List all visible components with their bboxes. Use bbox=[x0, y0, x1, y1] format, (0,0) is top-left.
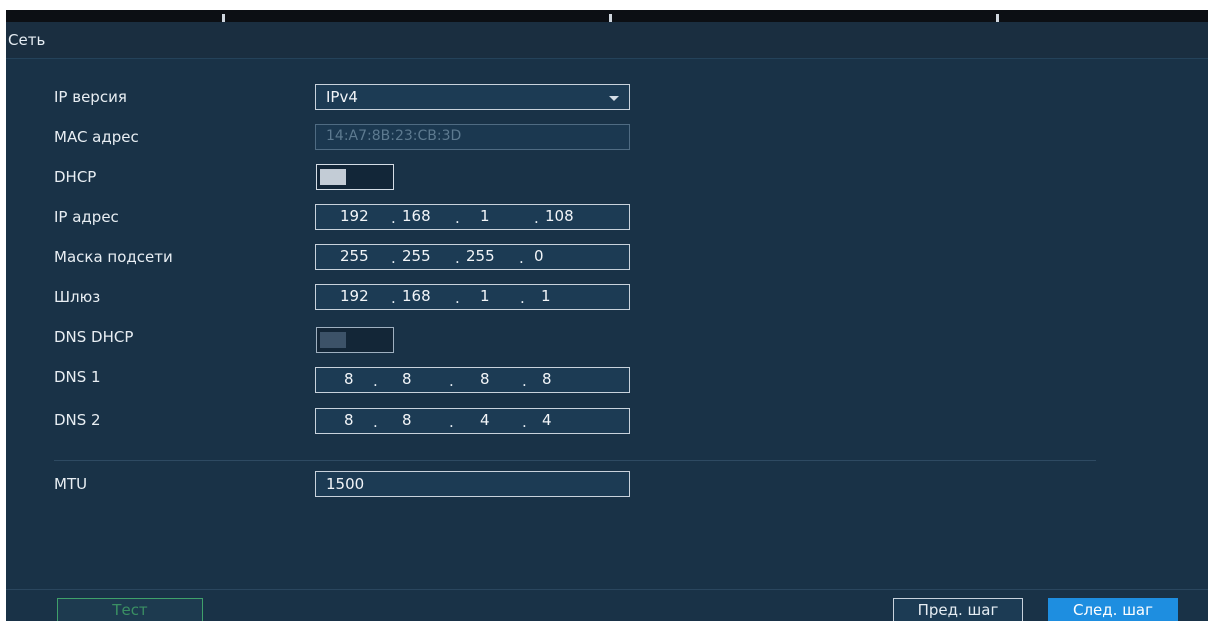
ip-dot: . bbox=[522, 372, 527, 390]
dns-dhcp-label: DNS DHCP bbox=[54, 328, 134, 346]
ip-octet[interactable]: 1 bbox=[480, 207, 490, 225]
top-tick bbox=[996, 14, 999, 22]
ip-dot: . bbox=[522, 413, 527, 431]
gateway-field[interactable]: 192 . 168 . 1 . 1 bbox=[315, 284, 630, 310]
window-title-bar: Сеть bbox=[6, 22, 1208, 59]
ip-octet[interactable]: 8 bbox=[344, 370, 354, 388]
ip-octet[interactable]: 192 bbox=[340, 287, 369, 305]
ip-dot: . bbox=[455, 249, 460, 267]
ip-dot: . bbox=[391, 289, 396, 307]
ip-dot: . bbox=[449, 372, 454, 390]
dhcp-label: DHCP bbox=[54, 168, 97, 186]
ip-dot: . bbox=[520, 289, 525, 307]
toggle-knob bbox=[320, 169, 346, 185]
ip-octet[interactable]: 8 bbox=[402, 370, 412, 388]
subnet-mask-label: Маска подсети bbox=[54, 248, 173, 266]
ip-dot: . bbox=[373, 372, 378, 390]
next-step-button[interactable]: След. шаг bbox=[1048, 598, 1178, 621]
dns-dhcp-toggle[interactable] bbox=[316, 327, 394, 353]
ip-octet[interactable]: 255 bbox=[402, 247, 431, 265]
ip-octet[interactable]: 0 bbox=[534, 247, 544, 265]
window-title: Сеть bbox=[8, 31, 46, 49]
toggle-knob bbox=[320, 332, 346, 348]
ip-octet[interactable]: 1 bbox=[480, 287, 490, 305]
dns1-label: DNS 1 bbox=[54, 368, 101, 386]
top-tick bbox=[222, 14, 225, 22]
ip-octet[interactable]: 1 bbox=[541, 287, 551, 305]
ip-octet[interactable]: 255 bbox=[466, 247, 495, 265]
dhcp-toggle[interactable] bbox=[316, 164, 394, 190]
ip-dot: . bbox=[534, 209, 539, 227]
ip-dot: . bbox=[449, 413, 454, 431]
chevron-down-icon bbox=[609, 96, 619, 101]
network-settings-window: Сеть IP версия IPv4 MAC адрес 14:A7:8B:2… bbox=[6, 22, 1208, 621]
previous-step-button[interactable]: Пред. шаг bbox=[893, 598, 1023, 621]
dns2-field[interactable]: 8 . 8 . 4 . 4 bbox=[315, 408, 630, 434]
mtu-value: 1500 bbox=[326, 475, 365, 493]
gateway-label: Шлюз bbox=[54, 288, 101, 306]
ip-dot: . bbox=[373, 413, 378, 431]
top-tick bbox=[609, 14, 612, 22]
ip-octet[interactable]: 4 bbox=[542, 411, 552, 429]
ip-dot: . bbox=[391, 249, 396, 267]
ip-octet[interactable]: 8 bbox=[344, 411, 354, 429]
test-button[interactable]: Тест bbox=[57, 598, 203, 621]
ip-dot: . bbox=[455, 289, 460, 307]
ip-version-value: IPv4 bbox=[326, 88, 358, 106]
ip-octet[interactable]: 168 bbox=[402, 207, 431, 225]
mtu-label: MTU bbox=[54, 475, 88, 493]
dns2-label: DNS 2 bbox=[54, 411, 101, 429]
ip-dot: . bbox=[519, 249, 524, 267]
ip-dot: . bbox=[391, 209, 396, 227]
ip-octet[interactable]: 168 bbox=[402, 287, 431, 305]
subnet-mask-field[interactable]: 255 . 255 . 255 . 0 bbox=[315, 244, 630, 270]
mac-address-field: 14:A7:8B:23:CB:3D bbox=[315, 124, 630, 150]
ip-version-label: IP версия bbox=[54, 88, 127, 106]
ip-dot: . bbox=[455, 209, 460, 227]
footer-divider bbox=[6, 589, 1208, 590]
ip-octet[interactable]: 192 bbox=[340, 207, 369, 225]
ip-octet[interactable]: 255 bbox=[340, 247, 369, 265]
ip-address-field[interactable]: 192 . 168 . 1 . 108 bbox=[315, 204, 630, 230]
ip-octet[interactable]: 4 bbox=[480, 411, 490, 429]
mac-address-value: 14:A7:8B:23:CB:3D bbox=[326, 128, 462, 144]
ip-octet[interactable]: 8 bbox=[402, 411, 412, 429]
section-divider bbox=[54, 460, 1096, 461]
mac-address-label: MAC адрес bbox=[54, 128, 139, 146]
ip-address-label: IP адрес bbox=[54, 208, 119, 226]
ip-octet[interactable]: 8 bbox=[542, 370, 552, 388]
mtu-input[interactable]: 1500 bbox=[315, 471, 630, 497]
ip-octet[interactable]: 108 bbox=[545, 207, 574, 225]
top-border-bar bbox=[6, 10, 1208, 22]
ip-octet[interactable]: 8 bbox=[480, 370, 490, 388]
ip-version-dropdown[interactable]: IPv4 bbox=[315, 84, 630, 110]
dns1-field[interactable]: 8 . 8 . 8 . 8 bbox=[315, 367, 630, 393]
